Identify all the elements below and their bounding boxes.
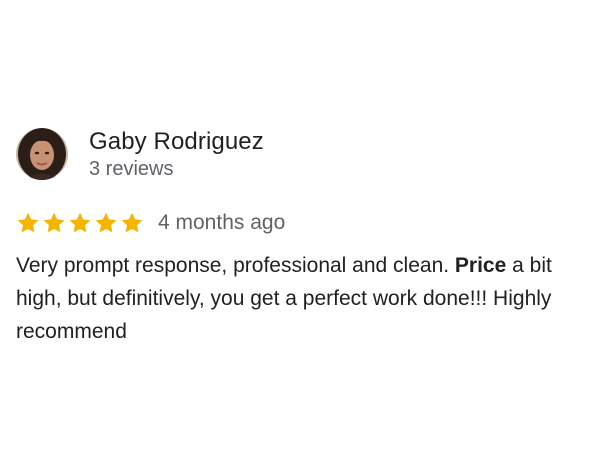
- review-text-part1: Very prompt response, professional and c…: [16, 254, 455, 277]
- author-review-count: 3 reviews: [89, 158, 174, 180]
- star-icon: [17, 212, 39, 233]
- star-icon: [95, 212, 117, 233]
- review-text: Very prompt response, professional and c…: [16, 249, 588, 348]
- avatar-image: [16, 128, 68, 180]
- review-header: Gaby Rodriguez 3 reviews: [16, 124, 588, 184]
- star-icon: [43, 212, 65, 233]
- star-rating: [16, 211, 146, 235]
- star-icon: [121, 212, 143, 233]
- author-name[interactable]: Gaby Rodriguez: [89, 127, 264, 157]
- star-icon: [69, 212, 91, 233]
- author-info: Gaby Rodriguez 3 reviews: [89, 127, 264, 181]
- review-date: 4 months ago: [158, 211, 286, 234]
- avatar[interactable]: [16, 128, 68, 180]
- rating-row: 4 months ago: [16, 209, 588, 237]
- review-card: Gaby Rodriguez 3 reviews 4 months ago Ve…: [16, 124, 588, 348]
- review-text-bold: Price: [454, 254, 507, 277]
